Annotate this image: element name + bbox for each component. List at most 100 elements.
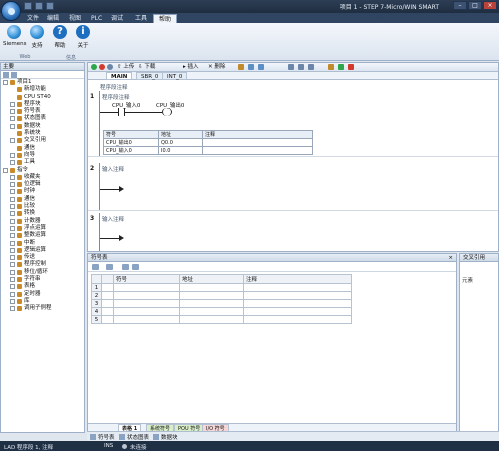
symbol-cell[interactable]	[113, 299, 180, 308]
table-row[interactable]: 5	[91, 315, 352, 324]
output-coil[interactable]	[162, 108, 172, 116]
table-row[interactable]: 3	[91, 299, 352, 308]
status-cell[interactable]	[101, 283, 114, 292]
tree-item[interactable]: 转换	[1, 210, 84, 217]
tree-item[interactable]: 时钟	[1, 188, 84, 195]
tree-item[interactable]: 通信	[1, 145, 84, 152]
status-cell[interactable]	[101, 315, 114, 324]
expand-icon[interactable]	[10, 240, 15, 246]
network-1[interactable]: 1 程序段注释 CPU_输入0 CPU_输出0 符号 地址 注释 CPU_输出0…	[88, 91, 498, 157]
tree-item[interactable]: 程序控制	[1, 261, 84, 268]
tab-main[interactable]: MAIN	[106, 72, 133, 80]
symbol-cell[interactable]	[113, 315, 180, 324]
collapse-icon[interactable]	[3, 80, 8, 85]
tree-collapse-icon[interactable]	[3, 72, 9, 78]
expand-icon[interactable]	[10, 247, 15, 253]
toolbar-icon-a[interactable]	[238, 64, 244, 70]
toolbar-icon-f[interactable]	[348, 64, 354, 70]
expand-icon[interactable]	[10, 298, 15, 304]
run-icon[interactable]	[91, 64, 97, 70]
menu-plc[interactable]: PLC	[86, 14, 107, 23]
tab-int0[interactable]: INT_0	[162, 72, 188, 80]
help-button[interactable]: ? 帮助	[49, 25, 71, 55]
expand-icon[interactable]	[10, 291, 15, 297]
tree-expand-icon[interactable]	[11, 72, 17, 78]
toolbar-icon-c[interactable]	[258, 64, 264, 70]
expand-icon[interactable]	[10, 306, 15, 312]
expand-icon[interactable]	[10, 262, 15, 268]
comment-cell[interactable]	[243, 315, 352, 324]
sort-icon[interactable]	[132, 264, 139, 270]
toolbar-icon-e[interactable]	[338, 64, 344, 70]
application-menu-icon[interactable]	[1, 1, 21, 21]
tree-item[interactable]: 逻辑运算	[1, 247, 84, 254]
address-cell[interactable]	[179, 291, 244, 300]
coil-icon[interactable]	[298, 64, 304, 70]
download-button[interactable]: ⇩ 下载	[138, 64, 155, 71]
expand-icon[interactable]	[10, 160, 15, 166]
close-panel-icon[interactable]: ×	[448, 254, 453, 262]
delete-button[interactable]: ✕ 删除	[208, 64, 225, 71]
symbol-cell[interactable]	[113, 307, 180, 316]
tree-item[interactable]: 向导	[1, 152, 84, 159]
tree-item[interactable]: 定时器	[1, 291, 84, 298]
expand-icon[interactable]	[10, 101, 15, 107]
tree-item[interactable]: 字符串	[1, 276, 84, 283]
expand-icon[interactable]	[10, 123, 15, 129]
tree-item[interactable]: 计数器	[1, 218, 84, 225]
expand-icon[interactable]	[10, 218, 15, 224]
network-comment[interactable]: 输入注释	[102, 215, 124, 223]
tree-item[interactable]: 比较	[1, 203, 84, 210]
network-comment[interactable]: 输入注释	[102, 165, 124, 173]
expand-icon[interactable]	[10, 284, 15, 290]
address-cell[interactable]	[179, 283, 244, 292]
network-2[interactable]: 2 输入注释	[88, 163, 498, 211]
expand-icon[interactable]	[10, 255, 15, 261]
comment-cell[interactable]	[243, 299, 352, 308]
tree-item[interactable]: 数据块	[1, 123, 84, 130]
tree-item[interactable]: 表格	[1, 283, 84, 290]
expand-icon[interactable]	[10, 116, 15, 122]
close-button[interactable]: ×	[483, 1, 497, 10]
tree-item[interactable]: 调用子例程	[1, 305, 84, 312]
menu-file[interactable]: 文件	[22, 14, 44, 23]
about-button[interactable]: i 关于	[72, 25, 94, 55]
box-icon[interactable]	[308, 64, 314, 70]
menu-help[interactable]: 帮助	[153, 14, 178, 23]
status-cell[interactable]	[101, 307, 114, 316]
symbol-cell[interactable]	[113, 291, 180, 300]
menu-view[interactable]: 视图	[64, 14, 86, 23]
tree-item[interactable]: 移位/循环	[1, 269, 84, 276]
status-cell[interactable]	[101, 291, 114, 300]
address-cell[interactable]	[179, 299, 244, 308]
tree-item[interactable]: 交叉引用	[1, 137, 84, 144]
add-row-icon[interactable]	[92, 264, 99, 270]
insert-button[interactable]: ▸ 插入	[183, 64, 199, 71]
tree-item[interactable]: 整数运算	[1, 232, 84, 239]
symbol-table-switch[interactable]: 符号表	[98, 433, 115, 441]
toolbar-icon-b[interactable]	[248, 64, 254, 70]
compile-icon[interactable]	[107, 64, 113, 70]
stop-icon[interactable]	[99, 64, 105, 70]
tree-item[interactable]: 中断	[1, 240, 84, 247]
contact-icon[interactable]	[288, 64, 294, 70]
comment-cell[interactable]	[243, 307, 352, 316]
tree-item[interactable]: 通信	[1, 196, 84, 203]
address-cell[interactable]	[179, 307, 244, 316]
expand-icon[interactable]	[10, 138, 15, 144]
tree-item[interactable]: 指令	[1, 167, 84, 174]
expand-icon[interactable]	[10, 109, 15, 115]
tree-item[interactable]: 收藏夹	[1, 174, 84, 181]
toolbar-icon-d[interactable]	[328, 64, 334, 70]
upload-button[interactable]: ⇧ 上传	[117, 64, 134, 71]
siemens-button[interactable]: Siemens	[3, 25, 27, 55]
expand-icon[interactable]	[10, 174, 15, 180]
expand-icon[interactable]	[10, 204, 15, 210]
comment-cell[interactable]	[243, 291, 352, 300]
maximize-button[interactable]: □	[468, 1, 482, 10]
expand-icon[interactable]	[10, 269, 15, 275]
symbol-cell[interactable]	[113, 283, 180, 292]
minimize-button[interactable]: –	[453, 1, 467, 10]
menu-tools[interactable]: 工具	[130, 14, 152, 23]
menu-debug[interactable]: 调试	[106, 14, 128, 23]
